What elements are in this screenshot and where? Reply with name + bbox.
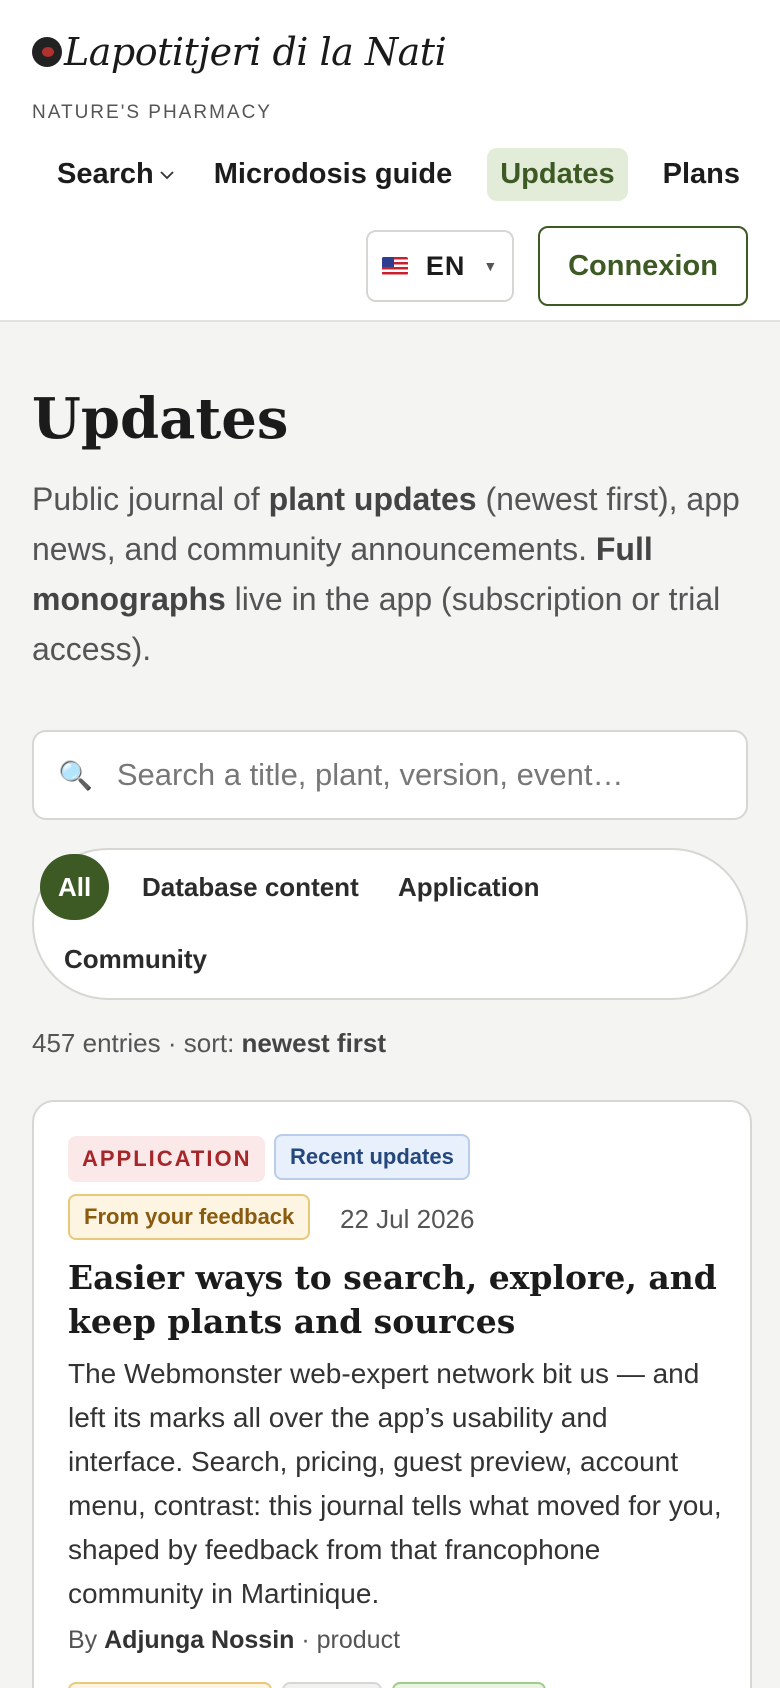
site-header: Lapotitjeri di la Nati NATURE'S PHARMACY… — [0, 0, 780, 322]
entry-author: Adjunga Nossin — [104, 1626, 295, 1654]
search-box[interactable]: 🔍 — [32, 730, 748, 820]
intro-text-1: Public journal of — [32, 481, 269, 517]
filter-community[interactable]: Community — [46, 926, 225, 992]
byline-prefix: By — [68, 1626, 105, 1654]
filter-group: All Database content Application Communi… — [32, 848, 748, 1000]
intro-bold-1: plant updates — [268, 481, 477, 517]
feedback-badge: From your feedback — [68, 1194, 311, 1240]
search-icon: 🔍 — [58, 759, 93, 791]
ladybug-logo-icon — [32, 37, 62, 67]
tag-chip[interactable] — [282, 1682, 382, 1688]
entry-tags — [68, 1682, 546, 1688]
tag-chip[interactable] — [68, 1682, 272, 1688]
nav-item-microdosis-guide[interactable]: Microdosis guide — [201, 148, 465, 201]
update-card[interactable]: APPLICATION Recent updates From your fee… — [32, 1100, 752, 1688]
caret-down-icon: ▼ — [483, 258, 499, 274]
chevron-down-icon — [160, 170, 174, 179]
entry-body: The Webmonster web-expert network bit us… — [68, 1358, 722, 1609]
us-flag-icon — [381, 257, 408, 275]
page-title: Updates — [32, 386, 289, 452]
search-input[interactable] — [116, 757, 717, 793]
language-selector[interactable]: EN ▼ — [366, 230, 514, 302]
brand-tagline: NATURE'S PHARMACY — [32, 102, 272, 123]
login-button[interactable]: Connexion — [538, 226, 748, 306]
sort-value[interactable]: newest first — [242, 1028, 387, 1058]
language-code: EN — [425, 250, 466, 281]
nav-item-plans[interactable]: Plans — [650, 148, 753, 201]
nav-item-search-label: Search — [57, 158, 154, 190]
brand-name: Lapotitjeri di la Nati — [64, 30, 447, 74]
tag-chip[interactable] — [392, 1682, 546, 1688]
results-count-text: 457 entries · sort: — [32, 1028, 242, 1058]
page-intro: Public journal of plant updates (newest … — [32, 474, 752, 674]
recent-updates-badge: Recent updates — [274, 1134, 470, 1180]
byline-suffix: · product — [294, 1626, 401, 1654]
entry-byline: By Adjunga Nossin · product — [68, 1626, 400, 1655]
results-count: 457 entries · sort: newest first — [32, 1028, 386, 1059]
entry-date: 22 Jul 2026 — [340, 1204, 475, 1234]
nav-item-search[interactable]: Search — [44, 148, 187, 201]
filter-all[interactable]: All — [40, 854, 110, 920]
main-nav: Search Microdosis guide Updates Plans — [32, 148, 748, 201]
brand-logo[interactable]: Lapotitjeri di la Nati — [32, 30, 447, 74]
filter-database-content[interactable]: Database content — [124, 854, 377, 920]
entry-title[interactable]: Easier ways to search, explore, and keep… — [68, 1256, 728, 1344]
nav-item-updates[interactable]: Updates — [487, 148, 628, 201]
category-badge: APPLICATION — [68, 1136, 266, 1182]
filter-application[interactable]: Application — [380, 854, 558, 920]
